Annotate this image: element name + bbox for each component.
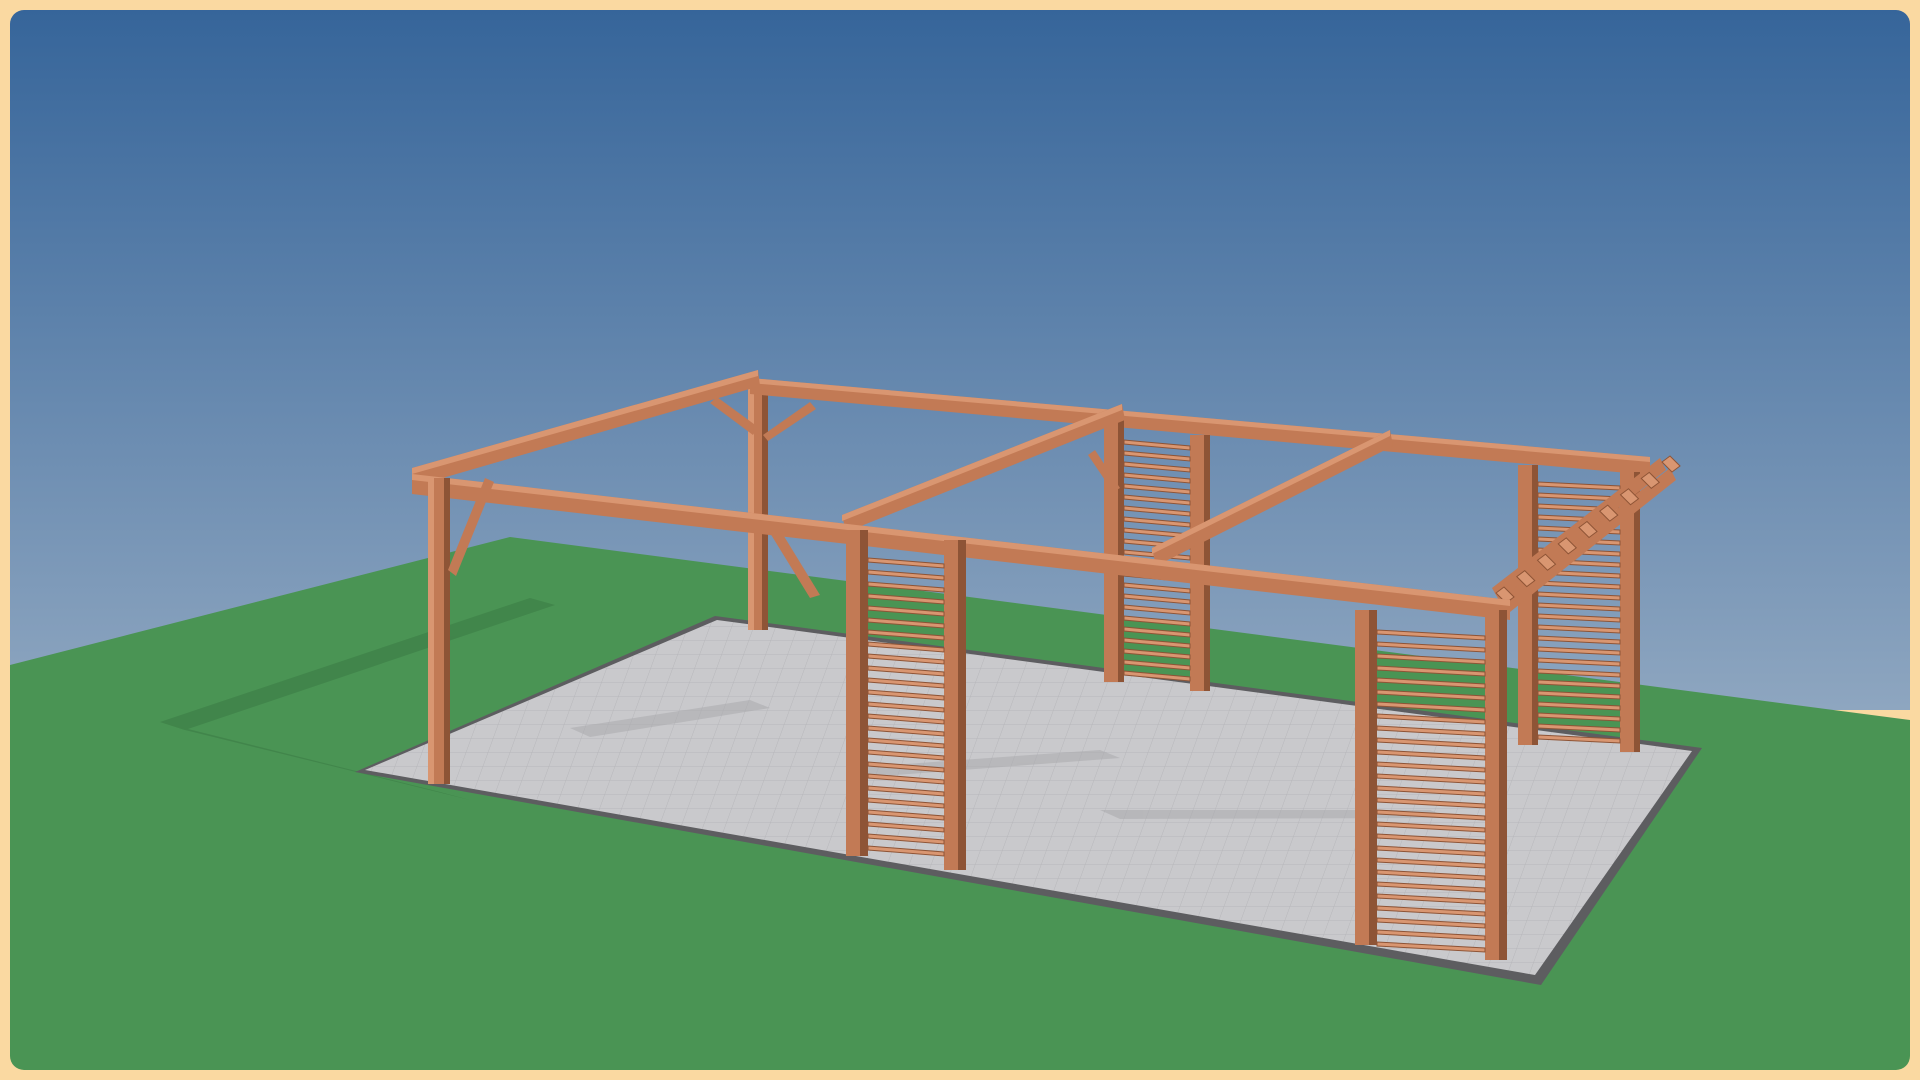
- 3d-viewport[interactable]: [10, 10, 1910, 1070]
- 3d-scene[interactable]: [10, 10, 1910, 1070]
- app-frame: [0, 0, 1920, 1080]
